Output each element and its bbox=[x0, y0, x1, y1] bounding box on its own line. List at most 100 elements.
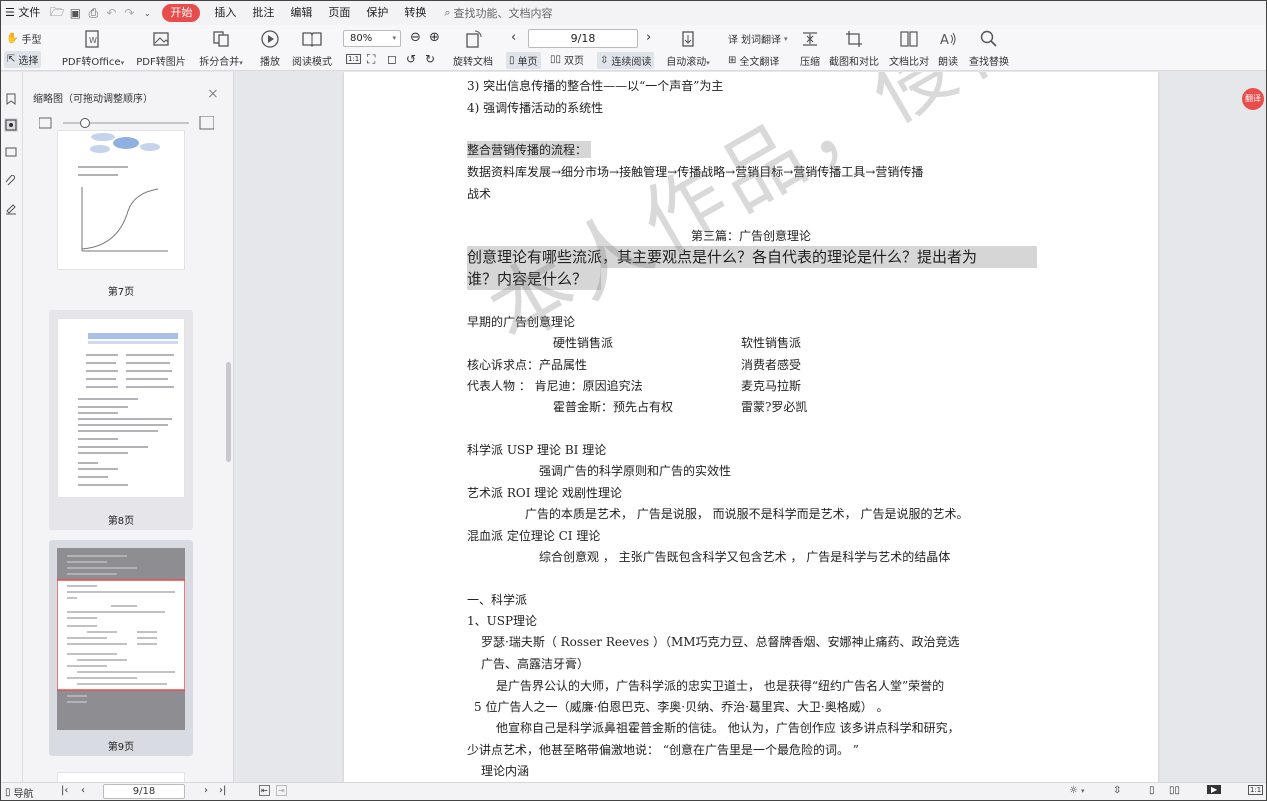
thumbnail-scrollbar[interactable] bbox=[226, 362, 231, 462]
quick-access-dropdown-icon[interactable]: ⌄ bbox=[138, 1, 156, 25]
eye-protection-icon[interactable]: ☼ ▾ bbox=[1069, 785, 1084, 796]
read-aloud-button[interactable]: A 朗读 bbox=[935, 25, 961, 68]
doc-line: 硬性销售派 bbox=[553, 336, 614, 350]
doc-line: 一、科学派 bbox=[467, 593, 528, 607]
tab-insert[interactable]: 插入 bbox=[206, 1, 244, 25]
compress-button[interactable]: 压缩 bbox=[797, 25, 823, 68]
rotate-document-button[interactable]: 旋转文档 bbox=[453, 25, 493, 68]
image-icon bbox=[151, 28, 171, 50]
continuous-read-button[interactable]: ⇳ 连续阅读 bbox=[597, 52, 655, 69]
thumbnail-icon[interactable] bbox=[4, 118, 18, 132]
prev-page-status-icon[interactable]: ‹ bbox=[81, 785, 85, 796]
redo-icon[interactable]: ↷ bbox=[120, 1, 138, 25]
actual-size-icon[interactable]: 1:1 bbox=[346, 54, 362, 64]
thumbnail-page-8-label: 第8页 bbox=[107, 516, 135, 527]
play-status-icon[interactable]: ▶ bbox=[1207, 785, 1222, 794]
split-merge-button[interactable]: 拆分合并▾ bbox=[196, 25, 246, 68]
play-icon bbox=[260, 28, 280, 50]
word-translate-button[interactable]: 译划词翻译 ▾ bbox=[728, 31, 788, 47]
rotate-doc-icon bbox=[463, 28, 483, 50]
select-tool-button[interactable]: ⇱ 选择 bbox=[4, 51, 42, 68]
continuous-view-icon[interactable]: ⇳ bbox=[1113, 785, 1121, 796]
split-merge-icon bbox=[211, 28, 231, 50]
doc-highlighted-question: 谁？内容是什么？ bbox=[467, 268, 601, 290]
fit-page-icon[interactable]: ⛶ bbox=[367, 52, 375, 67]
auto-scroll-icon bbox=[678, 28, 698, 50]
double-page-button[interactable]: ▯▯ 双页 bbox=[550, 52, 584, 67]
find-replace-button[interactable]: 查找替换 bbox=[966, 25, 1012, 68]
prev-page-icon[interactable]: ‹ bbox=[511, 30, 516, 45]
rotate-right-icon[interactable]: ↻ bbox=[425, 52, 435, 66]
tab-protect[interactable]: 保护 bbox=[358, 1, 396, 25]
doc-line: 麦克马拉斯 bbox=[741, 379, 802, 393]
attachment-icon[interactable] bbox=[4, 174, 18, 188]
thumbnail-page-7[interactable]: 第7页 bbox=[49, 130, 193, 300]
file-compare-button[interactable]: 文档比对 bbox=[887, 25, 931, 68]
read-mode-button[interactable]: 阅读模式 bbox=[290, 25, 334, 68]
next-page-status-icon[interactable]: › bbox=[204, 785, 208, 796]
tab-page[interactable]: 页面 bbox=[320, 1, 358, 25]
doc-line: 理论内涵 bbox=[481, 764, 530, 778]
tab-comment[interactable]: 批注 bbox=[244, 1, 282, 25]
single-page-button[interactable]: ▯ 单页 bbox=[506, 52, 541, 69]
full-translate-button[interactable]: ⊞ 全文翻译 bbox=[728, 53, 779, 68]
navigation-button[interactable]: ▯ 导航 bbox=[5, 785, 34, 800]
ribbon-toolbar: ✋ 手型 ⇱ 选择 W PDF转Office▾ PDF转图片 拆分合并▾ 播放 阅读… bbox=[1, 25, 1266, 71]
full-translate-icon: ⊞ bbox=[728, 55, 737, 66]
hand-tool-button[interactable]: ✋ 手型 bbox=[6, 31, 41, 46]
pdf-to-office-button[interactable]: W PDF转Office▾ bbox=[61, 25, 125, 68]
page-number-input[interactable]: 9/18 bbox=[528, 29, 638, 48]
open-folder-icon[interactable]: 🗁 bbox=[48, 1, 66, 25]
print-icon[interactable]: ⎙ bbox=[84, 1, 102, 25]
pdf-to-image-button[interactable]: PDF转图片 bbox=[135, 25, 187, 68]
thumbnail-page-10[interactable] bbox=[49, 772, 193, 782]
tab-convert[interactable]: 转换 bbox=[396, 1, 434, 25]
fit-width-icon[interactable]: ◻ bbox=[387, 52, 397, 66]
doc-line: 战术 bbox=[467, 187, 492, 201]
first-page-icon[interactable]: |‹ bbox=[61, 785, 68, 796]
signature-icon[interactable] bbox=[4, 202, 18, 216]
thumbnail-page-10-image bbox=[57, 772, 185, 782]
thumbnail-page-9[interactable]: 第9页 bbox=[49, 540, 193, 756]
bookmark-icon[interactable] bbox=[4, 92, 18, 106]
actual-size-status-icon[interactable]: 1:1 bbox=[1248, 785, 1264, 795]
forward-view-icon[interactable]: ⇥ bbox=[276, 785, 287, 796]
status-page-input[interactable]: 9/18 bbox=[103, 784, 185, 799]
last-page-icon[interactable]: ›| bbox=[219, 785, 226, 796]
thumbnail-panel: 缩略图（可拖动调整顺序） × 第7页 第8页 第9页 bbox=[23, 72, 234, 782]
tab-edit[interactable]: 编辑 bbox=[282, 1, 320, 25]
doc-line: 罗瑟·瑞夫斯（ Rosser Reeves ）（MM巧克力豆、总督牌香烟、安娜神… bbox=[481, 635, 960, 649]
function-search[interactable]: ⌕ 查找功能、文档内容 bbox=[444, 5, 552, 21]
thumbnail-page-8[interactable]: 第8页 bbox=[49, 310, 193, 530]
next-page-icon[interactable]: › bbox=[646, 30, 651, 45]
save-icon[interactable]: ▣ bbox=[66, 1, 84, 25]
screenshot-compare-button[interactable]: 截图和对比 bbox=[829, 25, 879, 68]
doc-line: 艺术派 ROI 理论 戏剧性理论 bbox=[467, 486, 623, 500]
close-icon[interactable]: × bbox=[207, 86, 219, 102]
tab-start[interactable]: 开始 bbox=[162, 4, 201, 22]
double-view-icon[interactable]: ▯▯ bbox=[1169, 785, 1180, 796]
auto-scroll-button[interactable]: 自动滚动▾ bbox=[665, 25, 711, 68]
doc-line: 核心诉求点：产品属性 bbox=[467, 358, 588, 372]
translate-badge[interactable]: 翻译 bbox=[1242, 88, 1264, 110]
zoom-select[interactable]: 80% ▾ bbox=[343, 30, 401, 47]
doc-line: 数据资料库发展→细分市场→接触管理→传播战略→营销目标→营销传播工具→营销传播 bbox=[467, 165, 924, 179]
doc-line: 代表人物 ： 肯尼迪：原因追究法 bbox=[467, 379, 643, 393]
screenshot-icon bbox=[844, 28, 864, 50]
comment-icon[interactable] bbox=[4, 146, 18, 160]
search-icon bbox=[979, 28, 999, 50]
cursor-icon: ⇱ bbox=[7, 54, 16, 65]
translate-icon: 译 bbox=[728, 35, 738, 46]
zoom-out-icon[interactable]: ⊖ bbox=[410, 30, 421, 45]
file-menu[interactable]: ☰ 文件 bbox=[1, 1, 48, 25]
doc-line: 科学派 USP 理论 BI 理论 bbox=[467, 443, 607, 457]
document-view[interactable]: 3) 突出信息传播的整合性——以“一个声音”为主 4) 强调传播活动的系统性 整… bbox=[234, 72, 1266, 782]
single-page-icon: ▯ bbox=[509, 55, 515, 66]
play-button[interactable]: 播放 bbox=[256, 25, 284, 68]
undo-icon[interactable]: ↶ bbox=[102, 1, 120, 25]
thumbnail-size-slider[interactable] bbox=[38, 115, 215, 130]
single-view-icon[interactable]: ▯ bbox=[1149, 785, 1155, 796]
back-view-icon[interactable]: ⇤ bbox=[259, 785, 270, 796]
zoom-in-icon[interactable]: ⊕ bbox=[429, 30, 440, 45]
rotate-left-icon[interactable]: ↺ bbox=[406, 52, 416, 66]
